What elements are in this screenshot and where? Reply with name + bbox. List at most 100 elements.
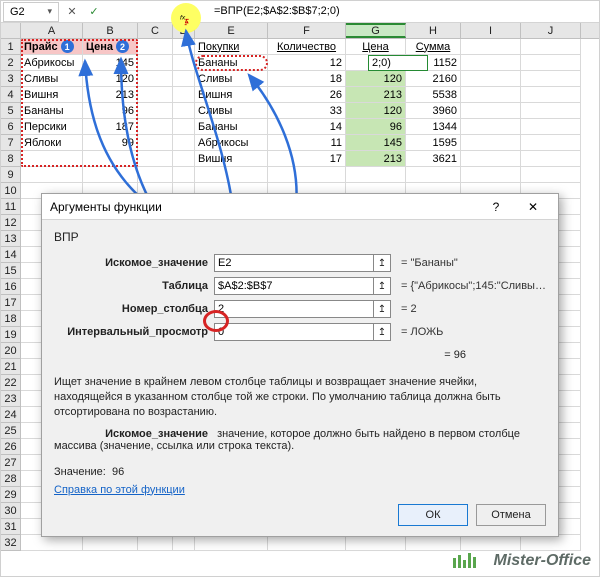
row-header-11[interactable]: 11 bbox=[1, 199, 21, 215]
cell-D7[interactable] bbox=[173, 135, 195, 151]
cell-I5[interactable] bbox=[461, 103, 521, 119]
cell-A9[interactable] bbox=[21, 167, 83, 183]
cell-G3[interactable]: 120 bbox=[346, 71, 406, 87]
cell-A32[interactable] bbox=[21, 535, 83, 551]
cell-H6[interactable]: 1344 bbox=[406, 119, 461, 135]
cell-F7[interactable]: 11 bbox=[268, 135, 346, 151]
row-header-1[interactable]: 1 bbox=[1, 39, 21, 55]
row-header-16[interactable]: 16 bbox=[1, 279, 21, 295]
fx-insert-function-button[interactable]: fx bbox=[171, 3, 201, 33]
cell-I32[interactable] bbox=[461, 535, 521, 551]
row-header-9[interactable]: 9 bbox=[1, 167, 21, 183]
cell-B4[interactable]: 213 bbox=[83, 87, 138, 103]
row-header-27[interactable]: 27 bbox=[1, 455, 21, 471]
cell-A4[interactable]: Вишня bbox=[21, 87, 83, 103]
cell-g2-editing[interactable]: 2;0) bbox=[368, 55, 428, 71]
row-header-12[interactable]: 12 bbox=[1, 215, 21, 231]
cell-G4[interactable]: 213 bbox=[346, 87, 406, 103]
cell-D9[interactable] bbox=[173, 167, 195, 183]
cell-F5[interactable]: 33 bbox=[268, 103, 346, 119]
cell-F8[interactable]: 17 bbox=[268, 151, 346, 167]
cell-J8[interactable] bbox=[521, 151, 581, 167]
row-header-30[interactable]: 30 bbox=[1, 503, 21, 519]
row-header-13[interactable]: 13 bbox=[1, 231, 21, 247]
cell-F6[interactable]: 14 bbox=[268, 119, 346, 135]
row-header-17[interactable]: 17 bbox=[1, 295, 21, 311]
cell-J6[interactable] bbox=[521, 119, 581, 135]
cell-I1[interactable] bbox=[461, 39, 521, 55]
cell-C4[interactable] bbox=[138, 87, 173, 103]
dialog-cancel-button[interactable]: Отмена bbox=[476, 504, 546, 526]
cell-H4[interactable]: 5538 bbox=[406, 87, 461, 103]
col-header-g[interactable]: G bbox=[346, 23, 406, 38]
cell-D5[interactable] bbox=[173, 103, 195, 119]
cell-E4[interactable]: Вишня bbox=[195, 87, 268, 103]
cell-J5[interactable] bbox=[521, 103, 581, 119]
cell-G7[interactable]: 145 bbox=[346, 135, 406, 151]
cell-B5[interactable]: 96 bbox=[83, 103, 138, 119]
accept-formula-icon[interactable]: ✓ bbox=[87, 5, 101, 19]
row-header-32[interactable]: 32 bbox=[1, 535, 21, 551]
cell-J1[interactable] bbox=[521, 39, 581, 55]
row-header-10[interactable]: 10 bbox=[1, 183, 21, 199]
cell-E9[interactable] bbox=[195, 167, 268, 183]
dialog-help-button[interactable]: ? bbox=[479, 197, 513, 217]
cell-F1[interactable]: Количество bbox=[268, 39, 346, 55]
cell-H1[interactable]: Сумма bbox=[406, 39, 461, 55]
row-header-6[interactable]: 6 bbox=[1, 119, 21, 135]
cell-A1[interactable]: Прайс1 bbox=[21, 39, 83, 55]
col-header-i[interactable]: I bbox=[461, 23, 521, 38]
cell-B32[interactable] bbox=[83, 535, 138, 551]
cell-B9[interactable] bbox=[83, 167, 138, 183]
cancel-formula-icon[interactable]: ✕ bbox=[65, 5, 79, 19]
cell-H5[interactable]: 3960 bbox=[406, 103, 461, 119]
cell-E5[interactable]: Сливы bbox=[195, 103, 268, 119]
cell-B7[interactable]: 99 bbox=[83, 135, 138, 151]
cell-E7[interactable]: Абрикосы bbox=[195, 135, 268, 151]
range-picker-icon[interactable]: ↥ bbox=[373, 277, 391, 295]
row-header-31[interactable]: 31 bbox=[1, 519, 21, 535]
cell-J3[interactable] bbox=[521, 71, 581, 87]
dialog-close-button[interactable]: ✕ bbox=[516, 197, 550, 217]
cell-J32[interactable] bbox=[521, 535, 581, 551]
row-header-2[interactable]: 2 bbox=[1, 55, 21, 71]
row-header-26[interactable]: 26 bbox=[1, 439, 21, 455]
cell-H7[interactable]: 1595 bbox=[406, 135, 461, 151]
cell-G6[interactable]: 96 bbox=[346, 119, 406, 135]
cell-H3[interactable]: 2160 bbox=[406, 71, 461, 87]
cell-H8[interactable]: 3621 bbox=[406, 151, 461, 167]
cell-C32[interactable] bbox=[138, 535, 173, 551]
col-header-e[interactable]: E bbox=[195, 23, 268, 38]
col-header-h[interactable]: H bbox=[406, 23, 461, 38]
select-all-corner[interactable] bbox=[1, 23, 21, 38]
name-box[interactable]: G2 ▾ bbox=[3, 2, 59, 22]
cell-C5[interactable] bbox=[138, 103, 173, 119]
row-header-25[interactable]: 25 bbox=[1, 423, 21, 439]
cell-E8[interactable]: Вишня bbox=[195, 151, 268, 167]
cell-E6[interactable]: Бананы bbox=[195, 119, 268, 135]
col-header-f[interactable]: F bbox=[268, 23, 346, 38]
cell-E3[interactable]: Сливы bbox=[195, 71, 268, 87]
arg-input-col[interactable] bbox=[214, 300, 374, 318]
cell-J9[interactable] bbox=[521, 167, 581, 183]
cell-A8[interactable] bbox=[21, 151, 83, 167]
col-header-a[interactable]: A bbox=[21, 23, 83, 38]
cell-I2[interactable] bbox=[461, 55, 521, 71]
cell-I4[interactable] bbox=[461, 87, 521, 103]
cell-A7[interactable]: Яблоки bbox=[21, 135, 83, 151]
row-header-28[interactable]: 28 bbox=[1, 471, 21, 487]
cell-F32[interactable] bbox=[268, 535, 346, 551]
cell-G32[interactable] bbox=[346, 535, 406, 551]
arg-input-range[interactable] bbox=[214, 323, 374, 341]
cell-I3[interactable] bbox=[461, 71, 521, 87]
cell-I6[interactable] bbox=[461, 119, 521, 135]
cell-H32[interactable] bbox=[406, 535, 461, 551]
cell-C1[interactable] bbox=[138, 39, 173, 55]
cell-E2[interactable]: Бананы bbox=[195, 55, 268, 71]
cell-I8[interactable] bbox=[461, 151, 521, 167]
range-picker-icon[interactable]: ↥ bbox=[373, 300, 391, 318]
cell-F9[interactable] bbox=[268, 167, 346, 183]
cell-B2[interactable]: 145 bbox=[83, 55, 138, 71]
row-header-21[interactable]: 21 bbox=[1, 359, 21, 375]
row-header-7[interactable]: 7 bbox=[1, 135, 21, 151]
